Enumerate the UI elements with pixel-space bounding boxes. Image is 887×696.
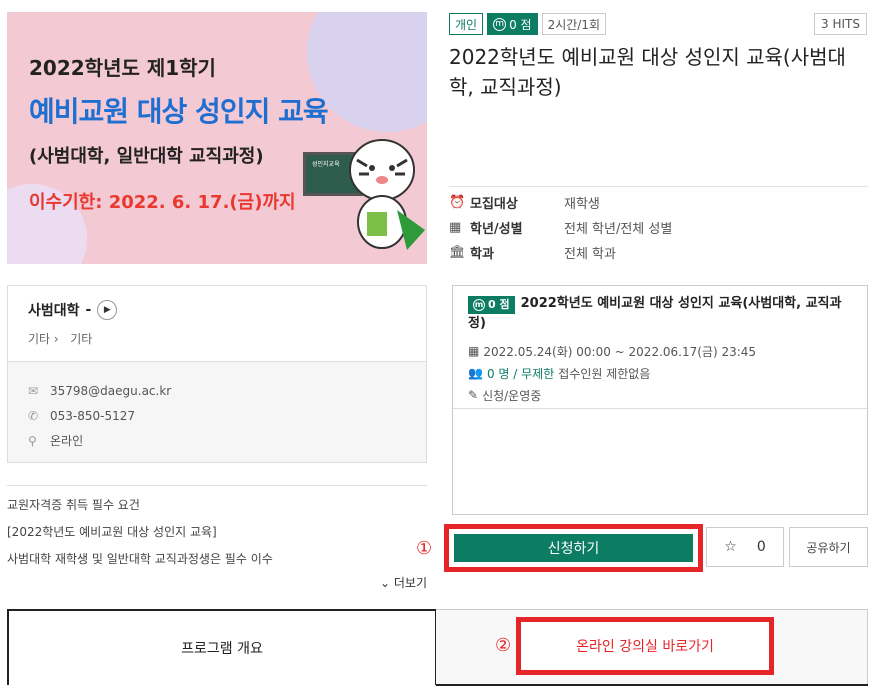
program-title: 2022학년도 예비교원 대상 성인지 교육(사범대학, 교직과정): [449, 45, 846, 99]
more-button[interactable]: ⌄ 더보기: [380, 574, 427, 591]
program-banner: 2022학년도 제1학기 예비교원 대상 성인지 교육 (사범대학, 일반대학 …: [7, 12, 427, 264]
share-button[interactable]: 공유하기: [789, 527, 868, 567]
org-name: 사범대학: [28, 303, 80, 319]
marker-2: ②: [495, 635, 512, 656]
play-icon[interactable]: ▶: [97, 300, 118, 320]
duration-tag: 2시간/1회: [541, 13, 607, 35]
organizer-section: 사범대학 - ▶ 기타 › 기타: [8, 286, 426, 362]
period-text: 2022.05.24(화) 00:00 ~ 2022.06.17(금) 23:4…: [483, 344, 757, 359]
phone-row: ✆ 053-850-5127: [28, 403, 406, 428]
tab-program-overview[interactable]: 프로그램 개요: [7, 609, 437, 685]
org-dash: -: [85, 302, 92, 318]
building-icon: 🏛: [449, 245, 466, 260]
contact-panel: 사범대학 - ▶ 기타 › 기타 ✉ 35798@daegu.ac.kr ✆ 053…: [7, 285, 427, 463]
status-text: 신청/운영중: [482, 388, 542, 403]
session-title-row: m0 점 2022학년도 예비교원 대상 성인지 교육(사범대학, 교직과정): [468, 294, 852, 334]
hits-badge: 3 HITS: [814, 13, 867, 35]
category-secondary: 기타: [70, 332, 93, 346]
pen-icon: ✎: [468, 388, 479, 402]
tiger-mascot-icon: [349, 139, 425, 250]
category-breadcrumb: 기타 › 기타: [28, 330, 406, 347]
program-info: ⏰ 모집대상 재학생 ▦ 학년/성별 전체 학년/전체 성별 🏛 학과 전체 학…: [449, 190, 672, 265]
location-text: 온라인: [50, 434, 84, 448]
calendar-icon: ▦: [449, 220, 462, 235]
location-row: ⚲ 온라인: [28, 428, 406, 453]
session-points-badge: m0 점: [468, 296, 515, 314]
calendar-icon: ▦: [468, 344, 480, 358]
people-icon: 👥: [468, 366, 483, 380]
marker-1: ①: [416, 538, 433, 559]
mileage-icon: m: [493, 17, 507, 31]
info-value: 전체 학년/전체 성별: [564, 222, 673, 237]
mail-icon: ✉: [28, 383, 39, 398]
info-value: 전체 학과: [564, 247, 616, 262]
board-text: 성인지교육: [312, 161, 340, 168]
session-status: ✎ 신청/운영중: [468, 384, 852, 406]
chevron-right-icon: ›: [53, 332, 59, 346]
apply-button[interactable]: 신청하기: [454, 534, 693, 562]
divider: [449, 186, 868, 187]
program-tags: 개인 m0 점 2시간/1회: [449, 13, 607, 35]
points-tag: m0 점: [487, 13, 538, 35]
info-row-grade: ▦ 학년/성별 전체 학년/전체 성별: [449, 215, 672, 240]
tab-underline: [436, 684, 868, 686]
session-title: 2022학년도 예비교원 대상 성인지 교육(사범대학, 교직과정): [468, 296, 842, 331]
session-capacity: 👥 0 명 / 무제한 접수인원 제한없음: [468, 362, 852, 384]
mileage-icon: m: [473, 299, 485, 311]
email-text[interactable]: 35798@daegu.ac.kr: [50, 384, 171, 398]
session-points: 0 점: [488, 298, 510, 311]
contact-details: ✉ 35798@daegu.ac.kr ✆ 053-850-5127 ⚲ 온라인: [8, 362, 426, 462]
info-row-dept: 🏛 학과 전체 학과: [449, 240, 672, 265]
email-row: ✉ 35798@daegu.ac.kr: [28, 378, 406, 403]
divider: [453, 408, 867, 409]
organizer-name: 사범대학 - ▶: [28, 300, 406, 320]
favorite-count: 0: [756, 539, 766, 555]
phone-icon: ✆: [28, 408, 39, 423]
info-value: 재학생: [564, 197, 600, 212]
alarm-icon: ⏰: [449, 195, 466, 210]
description-line: 사범대학 재학생 및 일반대학 교직과정생은 필수 이수: [7, 552, 273, 566]
location-pin-icon: ⚲: [28, 433, 37, 448]
capacity-note: 접수인원 제한없음: [558, 366, 651, 381]
banner-title: 예비교원 대상 성인지 교육: [29, 95, 329, 128]
chevron-down-icon: ⌄: [380, 576, 391, 590]
session-period: ▦ 2022.05.24(화) 00:00 ~ 2022.06.17(금) 23:…: [468, 340, 852, 362]
points-tag-text: 0 점: [509, 17, 532, 32]
favorite-button[interactable]: ☆ 0: [706, 527, 784, 567]
banner-deadline: 이수기한: 2022. 6. 17.(금)까지: [29, 192, 296, 213]
description-line: [2022학년도 예비교원 대상 성인지 교육]: [7, 525, 217, 539]
banner-semester: 2022학년도 제1학기: [29, 56, 216, 80]
online-classroom-button[interactable]: 온라인 강의실 바로가기: [516, 617, 774, 675]
info-label: 모집대상: [470, 197, 518, 212]
capacity-count: 0 명 / 무제한: [486, 366, 555, 381]
type-tag: 개인: [449, 13, 484, 35]
program-description: 교원자격증 취득 필수 요건 [2022학년도 예비교원 대상 성인지 교육] …: [7, 485, 427, 577]
phone-text: 053-850-5127: [50, 408, 136, 423]
session-card[interactable]: m0 점 2022학년도 예비교원 대상 성인지 교육(사범대학, 교직과정) ▦…: [452, 285, 868, 515]
star-icon: ☆: [724, 539, 737, 555]
info-label: 학과: [470, 247, 494, 262]
info-label: 학년/성별: [470, 222, 523, 237]
category-primary[interactable]: 기타: [28, 332, 50, 346]
description-line: 교원자격증 취득 필수 요건: [7, 498, 140, 512]
more-label: 더보기: [393, 576, 428, 590]
info-row-target: ⏰ 모집대상 재학생: [449, 190, 672, 215]
banner-subtitle: (사범대학, 일반대학 교직과정): [29, 146, 264, 167]
